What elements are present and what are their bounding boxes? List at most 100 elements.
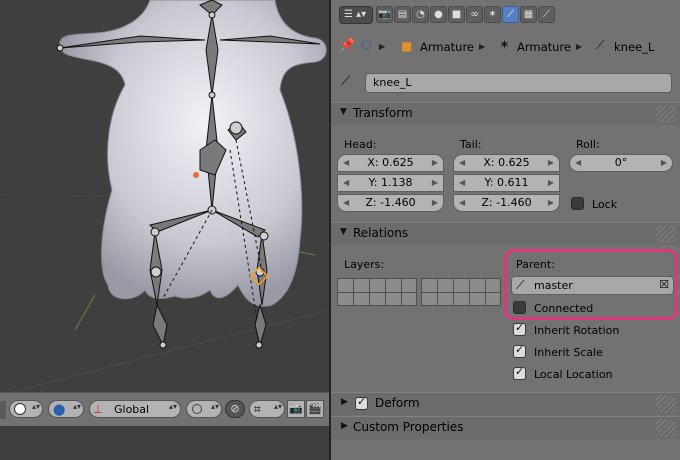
viewport-canvas[interactable]: [0, 0, 329, 392]
lock-checkbox[interactable]: [571, 197, 584, 210]
custom-properties-panel-title: Custom Properties: [353, 420, 464, 434]
relations-panel-title: Relations: [353, 226, 409, 240]
texture-tab-icon[interactable]: ⟋: [538, 6, 555, 23]
bone-layers-grid-2[interactable]: [421, 278, 501, 306]
bone-icon: ⟋: [516, 278, 525, 292]
decrement-icon[interactable]: ◀: [459, 175, 465, 191]
tail-y-field[interactable]: ◀ Y: 0.611 ▶: [453, 174, 560, 192]
decrement-icon[interactable]: ◀: [575, 155, 581, 171]
inherit-rotation-checkbox[interactable]: [513, 321, 526, 336]
lock-label: Lock: [592, 198, 618, 211]
connected-label: Connected: [534, 302, 594, 315]
head-z-field[interactable]: ◀ Z: -1.460 ▶: [337, 194, 444, 212]
transform-panel-header[interactable]: ▼ Transform: [331, 102, 680, 125]
connected-checkbox[interactable]: [513, 301, 526, 314]
3d-viewport[interactable]: [0, 0, 329, 392]
snap-icon[interactable]: ⊘: [225, 400, 245, 418]
render-layers-tab-icon[interactable]: ▤: [394, 6, 411, 23]
increment-icon[interactable]: ▶: [432, 155, 438, 171]
decrement-icon[interactable]: ◀: [459, 195, 465, 211]
collapsed-triangle-icon: ▶: [341, 421, 348, 431]
head-label: Head:: [344, 138, 377, 151]
drag-handle-icon[interactable]: [656, 419, 676, 437]
drag-handle-icon[interactable]: [656, 105, 676, 123]
increment-icon[interactable]: ▶: [432, 175, 438, 191]
head-x-field[interactable]: ◀ X: 0.625 ▶: [337, 154, 444, 172]
increment-icon[interactable]: ▶: [432, 195, 438, 211]
chevron-right-icon: ▶: [576, 42, 583, 51]
deform-panel-header[interactable]: ▶ Deform: [331, 392, 680, 415]
snap-target-icon: ⌗: [254, 402, 261, 416]
dropdown-arrows-icon: ▴▾: [73, 402, 82, 411]
dropdown-arrows-icon: ▴▾: [211, 402, 220, 411]
bone-icon: ⟋: [341, 74, 351, 89]
bone-layers-grid-1[interactable]: [337, 278, 417, 306]
armature-data-tab-icon[interactable]: ✶: [484, 6, 501, 23]
viewport-lower-area: [0, 426, 329, 460]
bone-icon: ⟋: [596, 38, 605, 52]
expand-triangle-icon: ▼: [340, 227, 347, 237]
local-location-checkbox[interactable]: [513, 365, 526, 380]
transform-panel-title: Transform: [353, 106, 413, 120]
editor-type-dropdown[interactable]: ☰ ▴▾: [339, 6, 373, 24]
chevron-right-icon: ▶: [379, 42, 386, 51]
tail-x-field[interactable]: ◀ X: 0.625 ▶: [453, 154, 560, 172]
pivot-icon: ⬤: [53, 403, 66, 416]
inherit-scale-label: Inherit Scale: [534, 346, 603, 359]
tail-z-field[interactable]: ◀ Z: -1.460 ▶: [453, 194, 560, 212]
world-tab-icon[interactable]: ●: [430, 6, 447, 23]
tail-label: Tail:: [460, 138, 482, 151]
dropdown-arrows-icon: ▴▾: [274, 402, 283, 411]
expand-triangle-icon: ▼: [340, 107, 347, 117]
character-mesh: [59, 0, 327, 307]
solid-sphere-icon: [14, 403, 26, 415]
parent-value: master: [534, 279, 573, 292]
pin-icon[interactable]: 📌: [339, 38, 355, 53]
render-tab-icon[interactable]: 📷: [376, 6, 393, 23]
drag-handle-icon[interactable]: [656, 395, 676, 413]
context-icon: ⬡: [361, 38, 372, 52]
head-y-field[interactable]: ◀ Y: 1.138 ▶: [337, 174, 444, 192]
scene-tab-icon[interactable]: ◔: [412, 6, 429, 23]
clear-x-icon[interactable]: ☒: [659, 278, 669, 291]
roll-label: Roll:: [576, 138, 600, 151]
header-edge: [0, 401, 6, 419]
deform-panel-title: Deform: [375, 396, 420, 410]
dropdown-arrows-icon: ▴▾: [32, 402, 41, 411]
breadcrumb-object: Armature: [420, 40, 474, 54]
parent-bone-field[interactable]: ⟋ master ☒: [511, 276, 674, 295]
relations-panel-header[interactable]: ▼ Relations: [331, 222, 680, 245]
object-icon: ■: [401, 39, 413, 53]
constraints-tab-icon[interactable]: ∞: [466, 6, 483, 23]
drag-handle-icon[interactable]: [656, 225, 676, 243]
decrement-icon[interactable]: ◀: [343, 175, 349, 191]
transform-orientation-dropdown[interactable]: ⟂ Global ▴▾: [89, 400, 181, 418]
proportional-edit-dropdown[interactable]: ▴▾: [186, 400, 222, 418]
pivot-dropdown[interactable]: ⬤ ▴▾: [48, 400, 84, 418]
collapsed-triangle-icon: ▶: [341, 397, 348, 407]
increment-icon[interactable]: ▶: [548, 155, 554, 171]
bone-tab-icon[interactable]: ⟋: [502, 6, 519, 23]
increment-icon[interactable]: ▶: [548, 175, 554, 191]
inherit-scale-checkbox[interactable]: [513, 343, 526, 358]
orientation-label: Global: [114, 403, 150, 416]
bone-name-field[interactable]: knee_L: [365, 73, 672, 93]
increment-icon[interactable]: ▶: [548, 195, 554, 211]
roll-field[interactable]: ◀ 0° ▶: [569, 154, 673, 172]
layers-label: Layers:: [344, 258, 385, 271]
object-tab-icon[interactable]: ■: [448, 6, 465, 23]
breadcrumb-bone: knee_L: [614, 40, 655, 54]
increment-icon[interactable]: ▶: [661, 155, 667, 171]
circle-icon: [192, 404, 202, 414]
decrement-icon[interactable]: ◀: [459, 155, 465, 171]
render-camera-icon[interactable]: 📷: [287, 400, 305, 418]
custom-properties-panel-header[interactable]: ▶ Custom Properties: [331, 416, 680, 439]
render-film-icon[interactable]: 🎬: [306, 400, 324, 418]
viewport-header: ▴▾ ⬤ ▴▾ ⟂ Global ▴▾ ▴▾ ⊘ ⌗ ▴▾ 📷 🎬: [0, 392, 329, 426]
decrement-icon[interactable]: ◀: [343, 195, 349, 211]
deform-checkbox[interactable]: [355, 395, 368, 410]
shading-dropdown[interactable]: ▴▾: [9, 400, 43, 418]
bone-constraints-tab-icon[interactable]: ▦: [520, 6, 537, 23]
decrement-icon[interactable]: ◀: [343, 155, 349, 171]
snap-element-dropdown[interactable]: ⌗ ▴▾: [249, 400, 285, 418]
